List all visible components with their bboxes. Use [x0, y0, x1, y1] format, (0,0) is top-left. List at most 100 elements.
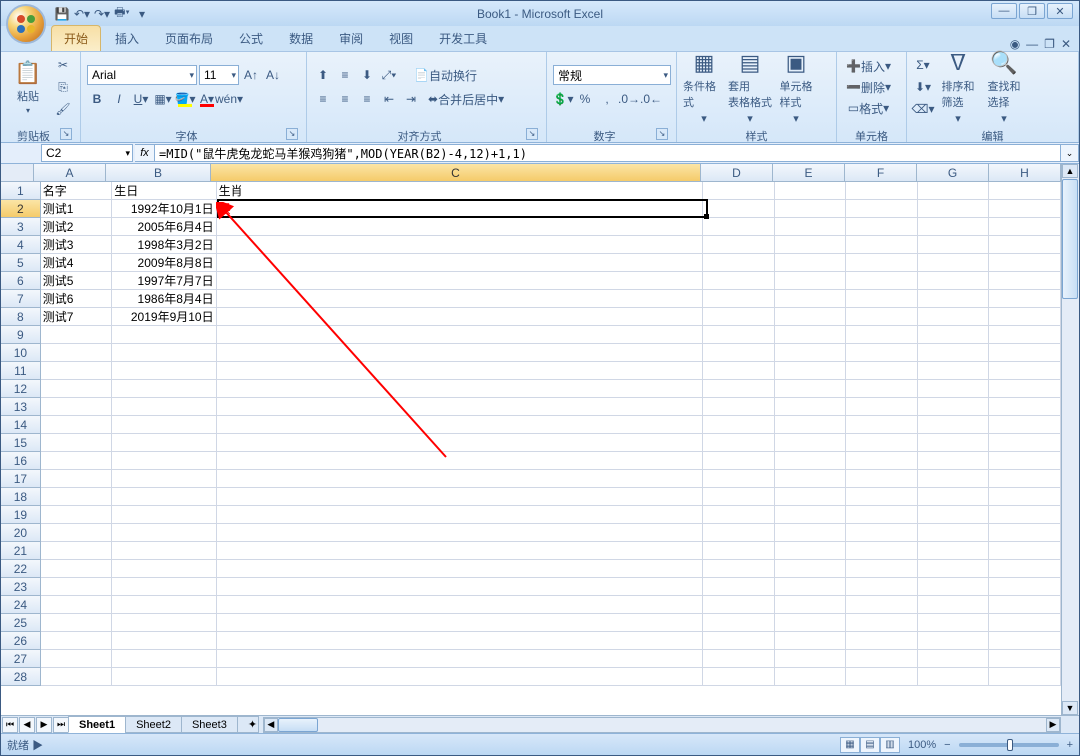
sheet-tab-Sheet1[interactable]: Sheet1	[68, 716, 126, 733]
sheet-tab-Sheet2[interactable]: Sheet2	[125, 716, 182, 733]
cell-E24[interactable]	[775, 596, 847, 614]
cell-E19[interactable]	[775, 506, 847, 524]
cell-B20[interactable]	[112, 524, 216, 542]
row-header[interactable]: 20	[1, 524, 41, 542]
cell-B15[interactable]	[112, 434, 216, 452]
cell-H23[interactable]	[989, 578, 1061, 596]
cell-F14[interactable]	[846, 416, 918, 434]
zoom-slider[interactable]	[959, 743, 1059, 747]
cell-D16[interactable]	[703, 452, 775, 470]
cell-F19[interactable]	[846, 506, 918, 524]
cell-D22[interactable]	[703, 560, 775, 578]
row-header[interactable]: 8	[1, 308, 41, 326]
find-select-button[interactable]: 🔍查找和 选择▾	[983, 54, 1025, 120]
new-sheet-button[interactable]: ✦	[237, 716, 259, 733]
cell-H22[interactable]	[989, 560, 1061, 578]
cell-E1[interactable]	[775, 182, 847, 200]
format-painter-button[interactable]: 🖌	[53, 99, 73, 119]
horizontal-scrollbar[interactable]: ◀ ▶	[263, 717, 1061, 733]
cell-H6[interactable]	[989, 272, 1061, 290]
cell-E11[interactable]	[775, 362, 847, 380]
cell-G20[interactable]	[918, 524, 990, 542]
redo-icon[interactable]: ↷▾	[93, 5, 111, 23]
cell-G7[interactable]	[918, 290, 990, 308]
page-layout-view-button[interactable]: ▤	[860, 737, 880, 753]
cell-G15[interactable]	[918, 434, 990, 452]
cell-G5[interactable]	[918, 254, 990, 272]
cell-E20[interactable]	[775, 524, 847, 542]
maximize-button[interactable]: ❐	[1019, 3, 1045, 19]
cell-B4[interactable]: 1998年3月2日	[112, 236, 216, 254]
cell-E3[interactable]	[775, 218, 847, 236]
zoom-out-button[interactable]: −	[944, 739, 950, 751]
merge-center-button[interactable]: ⬌合并后居中▾	[423, 89, 509, 109]
clipboard-dialog-launcher[interactable]: ↘	[60, 128, 72, 140]
decrease-font-button[interactable]: A↓	[263, 65, 283, 85]
row-header[interactable]: 19	[1, 506, 41, 524]
cell-F21[interactable]	[846, 542, 918, 560]
cell-H15[interactable]	[989, 434, 1061, 452]
cell-F28[interactable]	[846, 668, 918, 686]
column-header-F[interactable]: F	[845, 164, 917, 182]
cell-A20[interactable]	[41, 524, 113, 542]
align-middle-button[interactable]: ≡	[335, 65, 355, 85]
cell-E26[interactable]	[775, 632, 847, 650]
tab-pagelayout[interactable]: 页面布局	[153, 26, 225, 51]
cell-G6[interactable]	[918, 272, 990, 290]
cell-B14[interactable]	[112, 416, 216, 434]
cell-B18[interactable]	[112, 488, 216, 506]
cell-A15[interactable]	[41, 434, 113, 452]
cell-A24[interactable]	[41, 596, 113, 614]
paste-button[interactable]: 📋粘贴▾	[7, 54, 49, 120]
cell-A18[interactable]	[41, 488, 113, 506]
increase-decimal-button[interactable]: .0→	[619, 89, 639, 109]
cell-A26[interactable]	[41, 632, 113, 650]
conditional-format-button[interactable]: ▦条件格式▾	[683, 54, 725, 120]
cell-D11[interactable]	[703, 362, 775, 380]
increase-indent-button[interactable]: ⇥	[401, 89, 421, 109]
cell-D7[interactable]	[703, 290, 775, 308]
cell-G14[interactable]	[918, 416, 990, 434]
cell-C16[interactable]	[217, 452, 704, 470]
cell-B27[interactable]	[112, 650, 216, 668]
cell-A23[interactable]	[41, 578, 113, 596]
tab-nav-first[interactable]: ⏮	[2, 717, 18, 733]
clear-button[interactable]: ⌫▾	[913, 99, 933, 119]
close-button[interactable]: ✕	[1047, 3, 1073, 19]
cell-A13[interactable]	[41, 398, 113, 416]
normal-view-button[interactable]: ▦	[840, 737, 860, 753]
comma-button[interactable]: ,	[597, 89, 617, 109]
cell-E9[interactable]	[775, 326, 847, 344]
column-header-B[interactable]: B	[106, 164, 211, 182]
cell-C17[interactable]	[217, 470, 704, 488]
cell-E8[interactable]	[775, 308, 847, 326]
cell-C6[interactable]	[217, 272, 704, 290]
cell-F1[interactable]	[846, 182, 918, 200]
cell-F4[interactable]	[846, 236, 918, 254]
align-left-button[interactable]: ≡	[313, 89, 333, 109]
cell-C9[interactable]	[217, 326, 704, 344]
cell-A22[interactable]	[41, 560, 113, 578]
align-dialog-launcher[interactable]: ↘	[526, 128, 538, 140]
cell-F3[interactable]	[846, 218, 918, 236]
undo-icon[interactable]: ↶▾	[73, 5, 91, 23]
row-header[interactable]: 16	[1, 452, 41, 470]
cell-H8[interactable]	[989, 308, 1061, 326]
number-dialog-launcher[interactable]: ↘	[656, 128, 668, 140]
fill-color-button[interactable]: 🪣▾	[175, 89, 195, 109]
cell-B5[interactable]: 2009年8月8日	[112, 254, 216, 272]
cell-G18[interactable]	[918, 488, 990, 506]
cell-G13[interactable]	[918, 398, 990, 416]
cell-D28[interactable]	[703, 668, 775, 686]
cell-A9[interactable]	[41, 326, 113, 344]
row-header[interactable]: 7	[1, 290, 41, 308]
cell-A5[interactable]: 测试4	[41, 254, 113, 272]
cell-G16[interactable]	[918, 452, 990, 470]
number-format-combo[interactable]: 常规	[553, 65, 671, 85]
row-header[interactable]: 23	[1, 578, 41, 596]
cell-E17[interactable]	[775, 470, 847, 488]
cell-H12[interactable]	[989, 380, 1061, 398]
cell-D15[interactable]	[703, 434, 775, 452]
tab-nav-prev[interactable]: ◀	[19, 717, 35, 733]
cell-C7[interactable]	[217, 290, 704, 308]
